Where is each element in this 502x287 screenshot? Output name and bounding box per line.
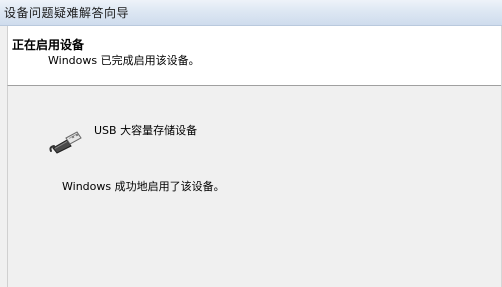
result-message: Windows 成功地启用了该设备。 — [62, 180, 225, 193]
wizard-header: 正在启用设备 Windows 已完成启用该设备。 — [7, 26, 502, 86]
window-title: 设备问题疑难解答向导 — [4, 6, 130, 20]
troubleshooter-window: 设备问题疑难解答向导 正在启用设备 Windows 已完成启用该设备。 USB … — [0, 0, 502, 287]
title-bar[interactable]: 设备问题疑难解答向导 — [0, 0, 502, 26]
device-name: USB 大容量存储设备 — [94, 124, 198, 137]
wizard-body: USB 大容量存储设备 Windows 成功地启用了该设备。 — [7, 86, 502, 287]
usb-plug-icon — [48, 130, 82, 154]
page-subtitle: Windows 已完成启用该设备。 — [48, 54, 200, 67]
page-title: 正在启用设备 — [12, 38, 85, 52]
